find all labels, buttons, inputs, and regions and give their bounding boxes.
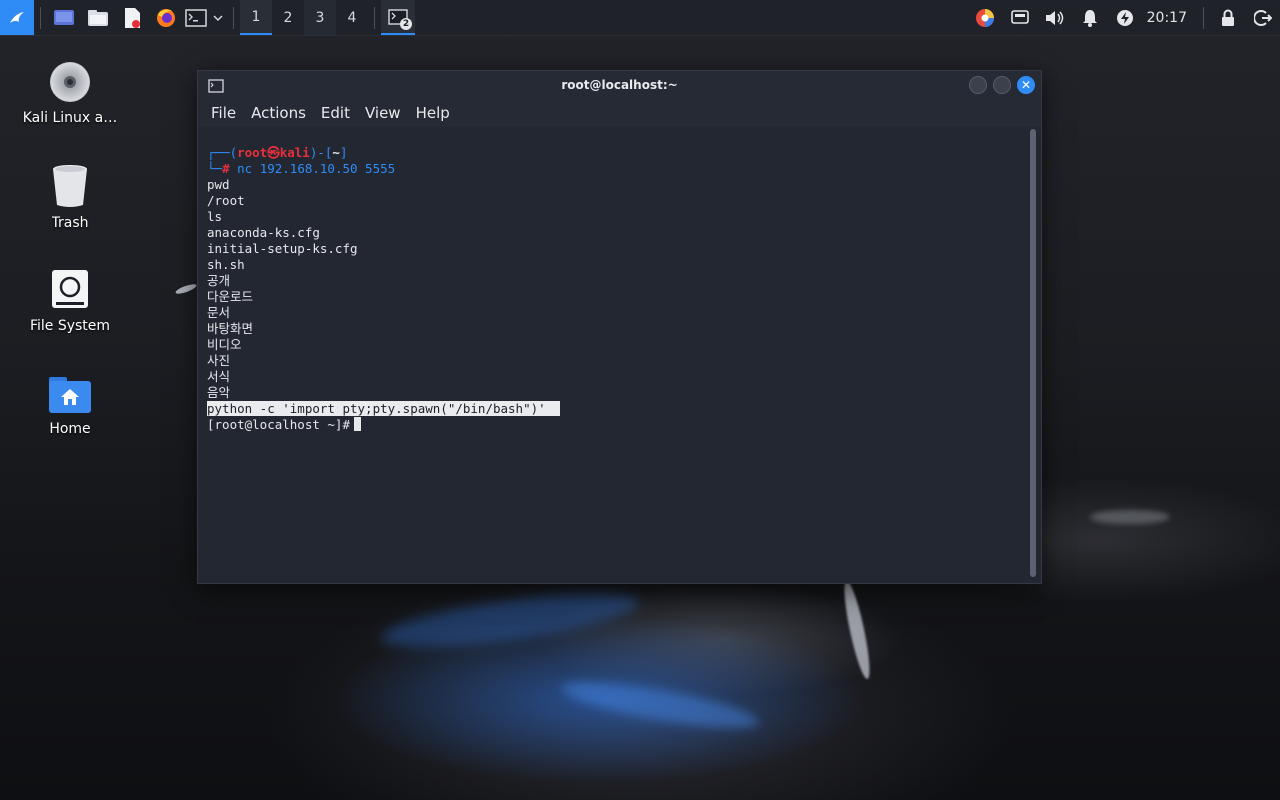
wallpaper-streak xyxy=(839,579,875,681)
chevron-down-icon xyxy=(213,14,223,21)
wallpaper-streak xyxy=(558,672,762,738)
output-line: 서식 xyxy=(207,369,231,384)
speaker-icon xyxy=(1046,10,1064,25)
output-line: 음악 xyxy=(207,385,231,400)
system-tray: 20:17 xyxy=(968,0,1280,35)
screenshot-tray-button[interactable] xyxy=(1003,0,1038,35)
desktop-icon-label: Trash xyxy=(51,215,89,231)
output-line: sh.sh xyxy=(207,257,245,272)
wallpaper-streak xyxy=(378,582,642,658)
window-menu-icon[interactable] xyxy=(208,78,224,97)
command-line: └─# nc 192.168.10.50 5555 xyxy=(207,161,396,176)
logout-button[interactable] xyxy=(1245,0,1280,35)
terminal-task-button[interactable]: 2 xyxy=(381,0,415,35)
notifications-tray-button[interactable] xyxy=(1073,0,1108,35)
highlighted-text: python -c 'import pty;pty.spawn("/bin/ba… xyxy=(207,401,560,416)
close-icon: ✕ xyxy=(1020,78,1032,92)
close-button[interactable]: ✕ xyxy=(1017,76,1035,94)
text-cursor xyxy=(354,417,361,431)
power-bolt-icon xyxy=(1117,9,1134,26)
desktop-icon-label: Home xyxy=(49,421,91,437)
color-wheel-icon xyxy=(976,8,995,27)
window-title: root@localhost:~ xyxy=(561,78,678,92)
desktop-icon-label: Kali Linux a… xyxy=(22,110,118,126)
lock-screen-button[interactable] xyxy=(1210,0,1245,35)
workspace-1[interactable]: 1 xyxy=(240,0,272,35)
wallpaper-streak xyxy=(174,282,198,296)
text-editor-button[interactable] xyxy=(115,0,149,35)
folder-icon xyxy=(88,9,108,26)
color-picker-tray-button[interactable] xyxy=(968,0,1003,35)
output-line: ls xyxy=(207,209,223,224)
terminal-icon xyxy=(185,8,207,27)
desktop-icon xyxy=(54,9,74,25)
logout-icon xyxy=(1253,9,1272,26)
menu-actions[interactable]: Actions xyxy=(244,104,314,122)
desktop-icon-kali-linux[interactable]: Kali Linux a… xyxy=(10,60,130,126)
firefox-icon xyxy=(157,8,175,27)
menu-help[interactable]: Help xyxy=(409,104,458,122)
home-folder-icon xyxy=(49,377,91,413)
terminal-window: root@localhost:~ ✕ File Actions Edit Vie… xyxy=(197,70,1042,584)
maximize-button[interactable] xyxy=(993,76,1011,94)
output-line: anaconda-ks.cfg xyxy=(207,225,320,240)
workspace-3[interactable]: 3 xyxy=(304,0,336,35)
lock-icon xyxy=(1221,9,1234,26)
output-line: 바탕화면 xyxy=(207,321,254,336)
menu-file[interactable]: File xyxy=(204,104,244,122)
menu-view[interactable]: View xyxy=(358,104,409,122)
kali-dragon-icon xyxy=(10,11,24,23)
terminal-scrollbar[interactable] xyxy=(1029,127,1037,579)
workspace-4[interactable]: 4 xyxy=(336,0,368,35)
output-line: /root xyxy=(207,193,245,208)
output-line: 사진 xyxy=(207,353,231,368)
window-controls: ✕ xyxy=(969,76,1035,94)
menu-bar: File Actions Edit View Help xyxy=(198,99,1041,127)
wallpaper-streak xyxy=(1090,510,1170,524)
cdrom-icon xyxy=(50,62,90,102)
show-desktop-button[interactable] xyxy=(47,0,81,35)
volume-tray-button[interactable] xyxy=(1038,0,1073,35)
drive-icon xyxy=(52,270,88,308)
bell-icon xyxy=(1083,9,1098,27)
taskbar: 1 2 3 4 2 20:17 xyxy=(0,0,1280,36)
text-editor-icon xyxy=(125,7,140,28)
monitor-icon xyxy=(1011,9,1029,24)
power-manager-tray-button[interactable] xyxy=(1108,0,1143,35)
output-line: 비디오 xyxy=(207,337,242,352)
desktop-icon-trash[interactable]: Trash xyxy=(10,163,130,231)
minimize-button[interactable] xyxy=(969,76,987,94)
desktop-icon-label: File System xyxy=(29,318,111,334)
firefox-button[interactable] xyxy=(149,0,183,35)
taskbar-separator xyxy=(374,6,375,29)
terminal-launcher-button[interactable] xyxy=(183,0,209,35)
output-line: 공개 xyxy=(207,273,231,288)
output-line: pwd xyxy=(207,177,230,192)
kali-menu-button[interactable] xyxy=(0,0,34,35)
taskbar-separator xyxy=(40,6,41,29)
window-titlebar[interactable]: root@localhost:~ ✕ xyxy=(198,71,1041,99)
output-line: 문서 xyxy=(207,305,231,320)
scrollbar-thumb[interactable] xyxy=(1030,129,1036,577)
prompt-line: ┌──(root㉿kali)-[~] xyxy=(207,145,348,160)
file-manager-button[interactable] xyxy=(81,0,115,35)
workspace-2[interactable]: 2 xyxy=(272,0,304,35)
terminal-dropdown-button[interactable] xyxy=(209,0,227,35)
trash-icon xyxy=(53,165,87,207)
output-line: initial-setup-ks.cfg xyxy=(207,241,358,256)
taskbar-separator xyxy=(233,6,234,29)
output-line: 다운로드 xyxy=(207,289,254,304)
selected-output-line: python -c 'import pty;pty.spawn("/bin/ba… xyxy=(207,401,1041,417)
clock[interactable]: 20:17 xyxy=(1143,10,1197,26)
shell-prompt: [root@localhost ~]# xyxy=(207,417,350,432)
terminal-output[interactable]: ┌──(root㉿kali)-[~] └─# nc 192.168.10.50 … xyxy=(198,127,1041,583)
desktop-icon-file-system[interactable]: File System xyxy=(10,268,130,334)
shell-prompt-line: [root@localhost ~]# xyxy=(207,417,1041,433)
menu-edit[interactable]: Edit xyxy=(314,104,358,122)
desktop-icon-home[interactable]: Home xyxy=(10,375,130,437)
window-count-badge: 2 xyxy=(400,18,412,30)
taskbar-separator xyxy=(1203,6,1204,29)
